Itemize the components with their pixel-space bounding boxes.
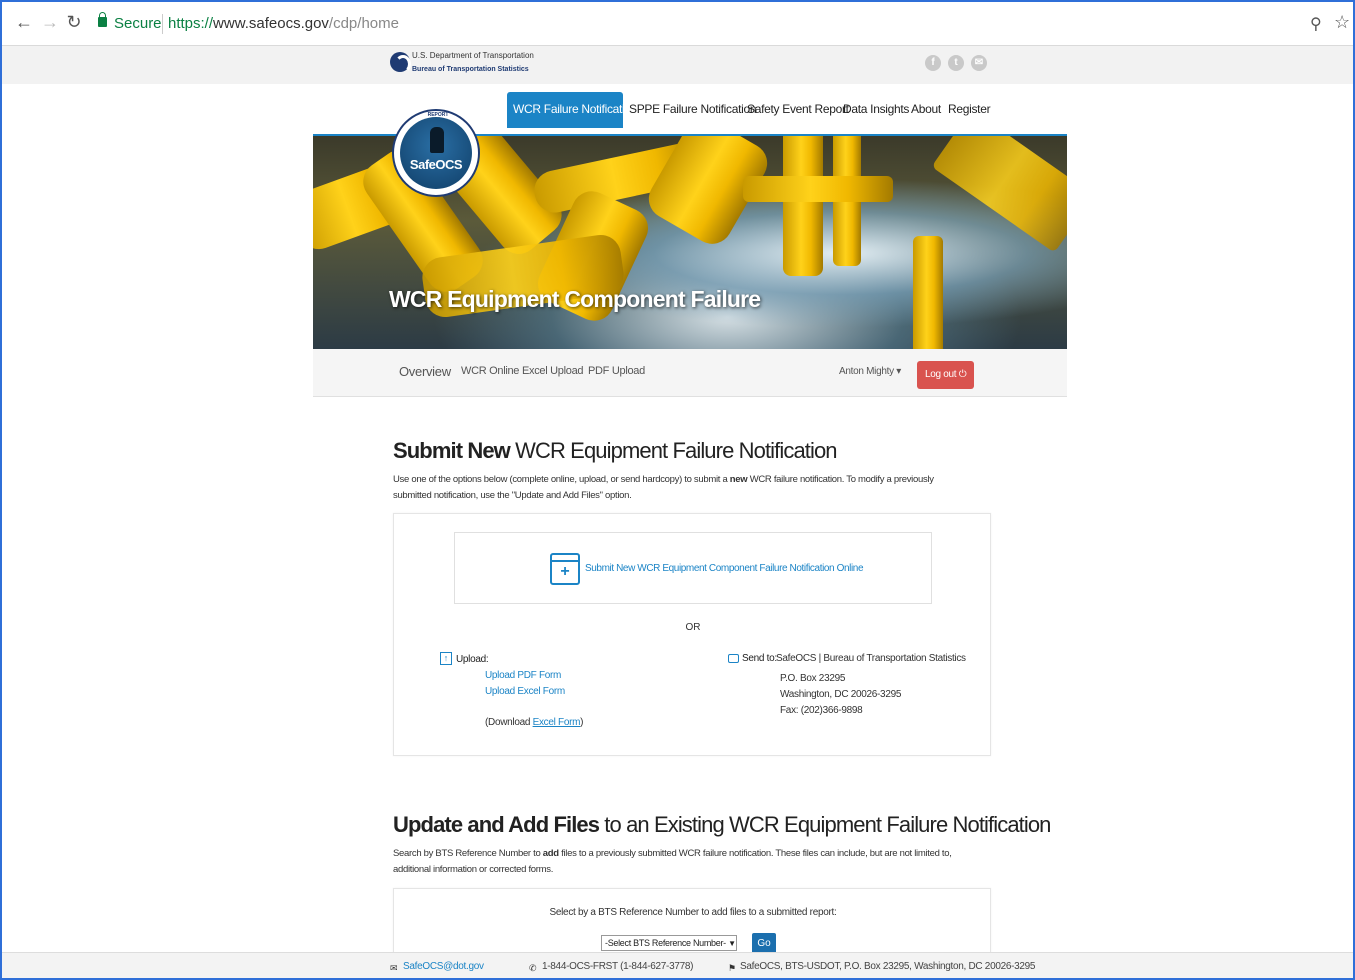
browser-toolbar: ← → ↻ Secure https://www.safeocs.gov/cdp…: [2, 2, 1353, 46]
nav-data-insights[interactable]: Data Insights: [843, 92, 909, 128]
submit-title-bold: Submit New: [393, 438, 511, 463]
dot-logo-icon[interactable]: [390, 52, 411, 73]
badge-text: SafeOCS: [409, 157, 463, 172]
agency-header: U.S. Department of Transportation Bureau…: [2, 46, 1353, 84]
submit-online-link[interactable]: Submit New WCR Equipment Component Failu…: [585, 563, 864, 574]
browser-window: ← → ↻ Secure https://www.safeocs.gov/cdp…: [0, 0, 1355, 980]
subnav-pdf-upload[interactable]: PDF Upload: [588, 365, 645, 377]
hero-pipe: [783, 136, 823, 276]
safeocs-badge[interactable]: REPORT SafeOCS: [392, 109, 480, 197]
logout-label: Log out: [925, 369, 957, 380]
nav-wcr-failure-notification[interactable]: WCR Failure Notification: [507, 92, 637, 128]
power-icon: ⏻: [958, 369, 967, 380]
submit-online-card[interactable]: + Submit New WCR Equipment Component Fai…: [454, 532, 932, 604]
nav-register[interactable]: Register: [948, 92, 991, 128]
phone-icon: ✆: [529, 963, 537, 973]
hero-pipe: [913, 236, 943, 349]
envelope-icon: ✉: [390, 963, 398, 973]
page-footer: ✉ SafeOCS@dot.gov ✆ 1-844-OCS-FRST (1-84…: [2, 952, 1353, 978]
select-value: -Select BTS Reference Number-: [605, 938, 726, 948]
page: U.S. Department of Transportation Bureau…: [2, 46, 1353, 978]
nav-sppe-failure-notification[interactable]: SPPE Failure Notification: [629, 92, 757, 128]
submit-section-title: Submit New WCR Equipment Failure Notific…: [393, 438, 838, 464]
submit-desc-part1: Use one of the options below (complete o…: [393, 474, 730, 485]
address-line2: Washington, DC 20026-3295: [780, 689, 902, 700]
footer-phone: 1-844-OCS-FRST (1-844-627-3778): [542, 961, 694, 972]
bookmark-star-icon[interactable]: ☆: [1334, 12, 1350, 33]
address-line1: P.O. Box 23295: [780, 673, 846, 684]
map-pin-icon: ⚑: [728, 963, 737, 973]
sub-nav: Overview WCR Online Excel Upload PDF Upl…: [313, 349, 1067, 397]
submit-desc-bold: new: [729, 474, 748, 485]
add-form-icon: +: [550, 553, 580, 585]
upload-pdf-link[interactable]: Upload PDF Form: [485, 670, 561, 681]
email-icon[interactable]: ✉: [971, 55, 987, 71]
subnav-overview[interactable]: Overview: [399, 364, 451, 379]
logout-button[interactable]: Log out ⏻: [917, 361, 975, 389]
nav-about[interactable]: About: [911, 92, 941, 128]
hero-pipe: [931, 136, 1067, 253]
user-menu[interactable]: Anton Mighty ▾: [839, 366, 901, 377]
update-title-rest: to an Existing WCR Equipment Failure Not…: [599, 812, 1051, 837]
lock-icon: [98, 12, 107, 27]
download-prefix: (Download: [485, 717, 533, 728]
submit-description: Use one of the options below (complete o…: [393, 472, 963, 504]
twitter-icon[interactable]: t: [948, 55, 964, 71]
url-host: www.safeocs.gov: [213, 15, 329, 32]
facebook-icon[interactable]: f: [925, 55, 941, 71]
send-to-org: SafeOCS | Bureau of Transportation Stati…: [776, 653, 966, 664]
dropdown-arrow-icon: ▼: [728, 939, 736, 948]
submit-title-rest: WCR Equipment Failure Notification: [509, 438, 837, 463]
badge-emblem: SafeOCS: [400, 117, 472, 189]
subnav-wcr-online[interactable]: WCR Online: [461, 365, 519, 377]
fax-number: Fax: (202)366-9898: [780, 705, 863, 716]
hero-title: WCR Equipment Component Failure: [389, 286, 761, 312]
update-title-bold: Update and Add Files: [393, 812, 600, 837]
subnav-excel-upload[interactable]: Excel Upload: [522, 365, 584, 377]
update-description: Search by BTS Reference Number to add fi…: [393, 846, 963, 878]
caret-down-icon: ▾: [896, 366, 901, 377]
send-to-label: Send to:: [742, 653, 777, 664]
mailbox-icon: [728, 654, 739, 663]
agency-line2: Bureau of Transportation Statistics: [412, 66, 529, 73]
footer-email-link[interactable]: SafeOCS@dot.gov: [403, 961, 484, 972]
url-text[interactable]: https://www.safeocs.gov/cdp/home: [168, 15, 399, 32]
address-separator: [162, 14, 163, 34]
nav-safety-event-report[interactable]: Safety Event Report: [747, 92, 849, 128]
secure-label: Secure: [114, 15, 162, 32]
select-prompt: Select by a BTS Reference Number to add …: [549, 907, 837, 918]
bts-reference-select[interactable]: -Select BTS Reference Number- ▼: [601, 935, 737, 951]
download-excel-line: (Download Excel Form): [485, 717, 583, 728]
reload-icon[interactable]: ↻: [64, 12, 84, 32]
address-bar[interactable]: Secure https://www.safeocs.gov/cdp/home: [90, 10, 1290, 38]
url-scheme: https://: [168, 15, 214, 32]
upload-icon: ↑: [440, 652, 452, 665]
zoom-icon[interactable]: ⚲: [1310, 14, 1322, 34]
or-divider: OR: [685, 622, 701, 633]
upload-excel-link[interactable]: Upload Excel Form: [485, 686, 565, 697]
user-name: Anton Mighty: [839, 366, 894, 377]
footer-address: SafeOCS, BTS-USDOT, P.O. Box 23295, Wash…: [740, 961, 1036, 972]
url-path: /cdp/home: [328, 15, 399, 32]
update-section-title: Update and Add Files to an Existing WCR …: [393, 812, 1051, 838]
submit-options-panel: + Submit New WCR Equipment Component Fai…: [393, 513, 991, 756]
download-excel-link[interactable]: Excel Form: [533, 717, 581, 728]
update-desc-bold: add: [542, 848, 559, 859]
agency-line1: U.S. Department of Transportation: [412, 51, 534, 60]
forward-arrow-icon[interactable]: →: [40, 12, 60, 32]
upload-label: Upload:: [456, 654, 489, 665]
download-suffix: ): [580, 717, 584, 728]
worker-silhouette-icon: [430, 127, 444, 153]
hero-pipe: [743, 176, 893, 202]
update-desc-part1: Search by BTS Reference Number to: [393, 848, 543, 859]
back-arrow-icon[interactable]: ←: [14, 12, 34, 32]
